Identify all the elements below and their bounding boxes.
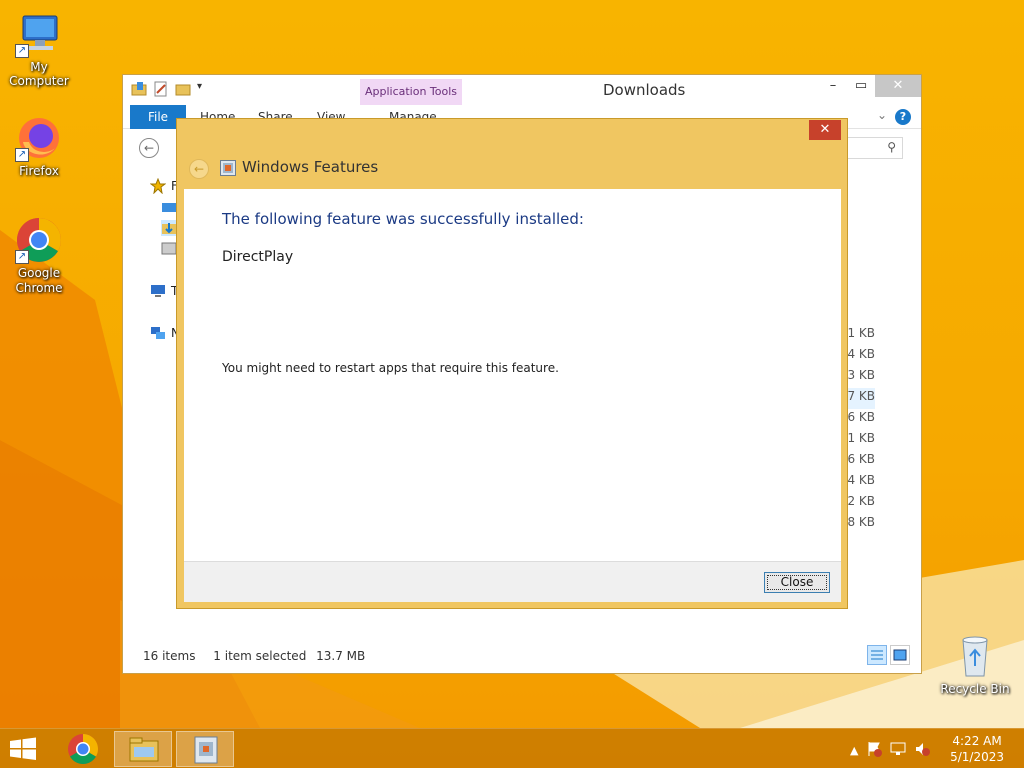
taskbar: ▲ 4:22 AM 5/1/2023 <box>0 728 1024 768</box>
chevron-down-icon[interactable]: ⌄ <box>877 108 887 122</box>
desktop-icon-label: My Computer <box>9 60 69 88</box>
close-icon[interactable]: ✕ <box>875 75 921 97</box>
selection-size: 13.7 MB <box>316 649 366 663</box>
selection-status: 1 item selected <box>213 649 307 663</box>
search-input[interactable]: ⚲ <box>845 137 903 159</box>
windows-features-icon <box>194 736 218 764</box>
windows-features-dialog: ✕ ← Windows Features The following featu… <box>176 118 848 609</box>
clock-time: 4:22 AM <box>952 734 1002 748</box>
desktop-icon-label: Google Chrome <box>15 266 63 295</box>
file-explorer-icon <box>129 737 159 762</box>
minimize-icon[interactable]: – <box>819 75 847 97</box>
dialog-content: The following feature was successfully i… <box>184 189 841 561</box>
volume-muted-icon[interactable] <box>914 741 931 760</box>
close-icon[interactable]: ✕ <box>809 120 841 140</box>
taskbar-file-explorer[interactable] <box>114 731 172 767</box>
desktop-icon-recycle-bin[interactable]: Recycle Bin <box>936 632 1014 696</box>
computer-icon: ↗ <box>15 10 63 58</box>
this-pc-icon[interactable] <box>150 283 166 299</box>
desktop-icon-chrome[interactable]: ↗ Google Chrome <box>0 216 78 296</box>
desktop-folder-icon[interactable] <box>161 200 177 216</box>
desktop-icon-label: Firefox <box>19 164 59 178</box>
maximize-icon[interactable]: ▭ <box>847 75 875 97</box>
recent-places-icon[interactable] <box>161 240 177 256</box>
restart-note: You might need to restart apps that requ… <box>222 361 559 375</box>
system-tray: ▲ <box>850 741 931 760</box>
chrome-icon <box>68 734 99 765</box>
window-controls: – ▭ ✕ <box>819 75 921 97</box>
recycle-bin-icon <box>951 632 999 680</box>
status-bar: 16 items 1 item selected 13.7 MB <box>143 649 379 663</box>
window-title: Downloads <box>603 81 686 99</box>
downloads-folder-icon[interactable] <box>161 220 177 236</box>
network-icon[interactable] <box>150 325 166 341</box>
chrome-icon: ↗ <box>15 216 63 264</box>
desktop-icon-my-computer[interactable]: ↗ My Computer <box>0 10 78 88</box>
application-tools-tab-group: Application Tools <box>360 79 462 105</box>
windows-features-icon <box>220 160 236 176</box>
clock-date: 5/1/2023 <box>950 750 1004 764</box>
large-icons-view-icon[interactable] <box>890 645 910 665</box>
search-icon: ⚲ <box>887 140 896 154</box>
network-icon[interactable] <box>890 741 906 760</box>
desktop-icon-firefox[interactable]: ↗ Firefox <box>0 114 78 178</box>
help-icon[interactable]: ? <box>895 109 911 125</box>
quick-access-toolbar: ▾ <box>131 81 213 97</box>
action-center-flag-icon[interactable] <box>866 741 883 760</box>
windows-start-icon[interactable] <box>8 737 38 761</box>
star-icon[interactable] <box>149 177 167 195</box>
desktop-icon-label: Recycle Bin <box>940 682 1010 696</box>
back-arrow-icon[interactable]: ← <box>189 159 209 179</box>
taskbar-clock[interactable]: 4:22 AM 5/1/2023 <box>950 733 1004 765</box>
folder-icon[interactable] <box>131 81 147 97</box>
chevron-down-icon[interactable]: ▾ <box>197 81 213 97</box>
close-button[interactable]: Close <box>764 572 830 593</box>
feature-name: DirectPlay <box>222 249 294 265</box>
details-view-icon[interactable] <box>867 645 887 665</box>
dialog-footer: Close <box>184 561 841 602</box>
new-folder-icon[interactable] <box>175 81 191 97</box>
taskbar-windows-features[interactable] <box>176 731 234 767</box>
explorer-titlebar: ▾ Application Tools Downloads – ▭ ✕ <box>123 75 921 105</box>
taskbar-chrome[interactable] <box>54 731 112 767</box>
properties-icon[interactable] <box>153 81 169 97</box>
show-hidden-icons-icon[interactable]: ▲ <box>850 744 858 757</box>
back-arrow-icon[interactable]: ← <box>139 138 159 158</box>
success-heading: The following feature was successfully i… <box>222 210 584 228</box>
item-count: 16 items <box>143 649 196 663</box>
dialog-title: Windows Features <box>242 158 379 176</box>
firefox-icon: ↗ <box>15 114 63 162</box>
